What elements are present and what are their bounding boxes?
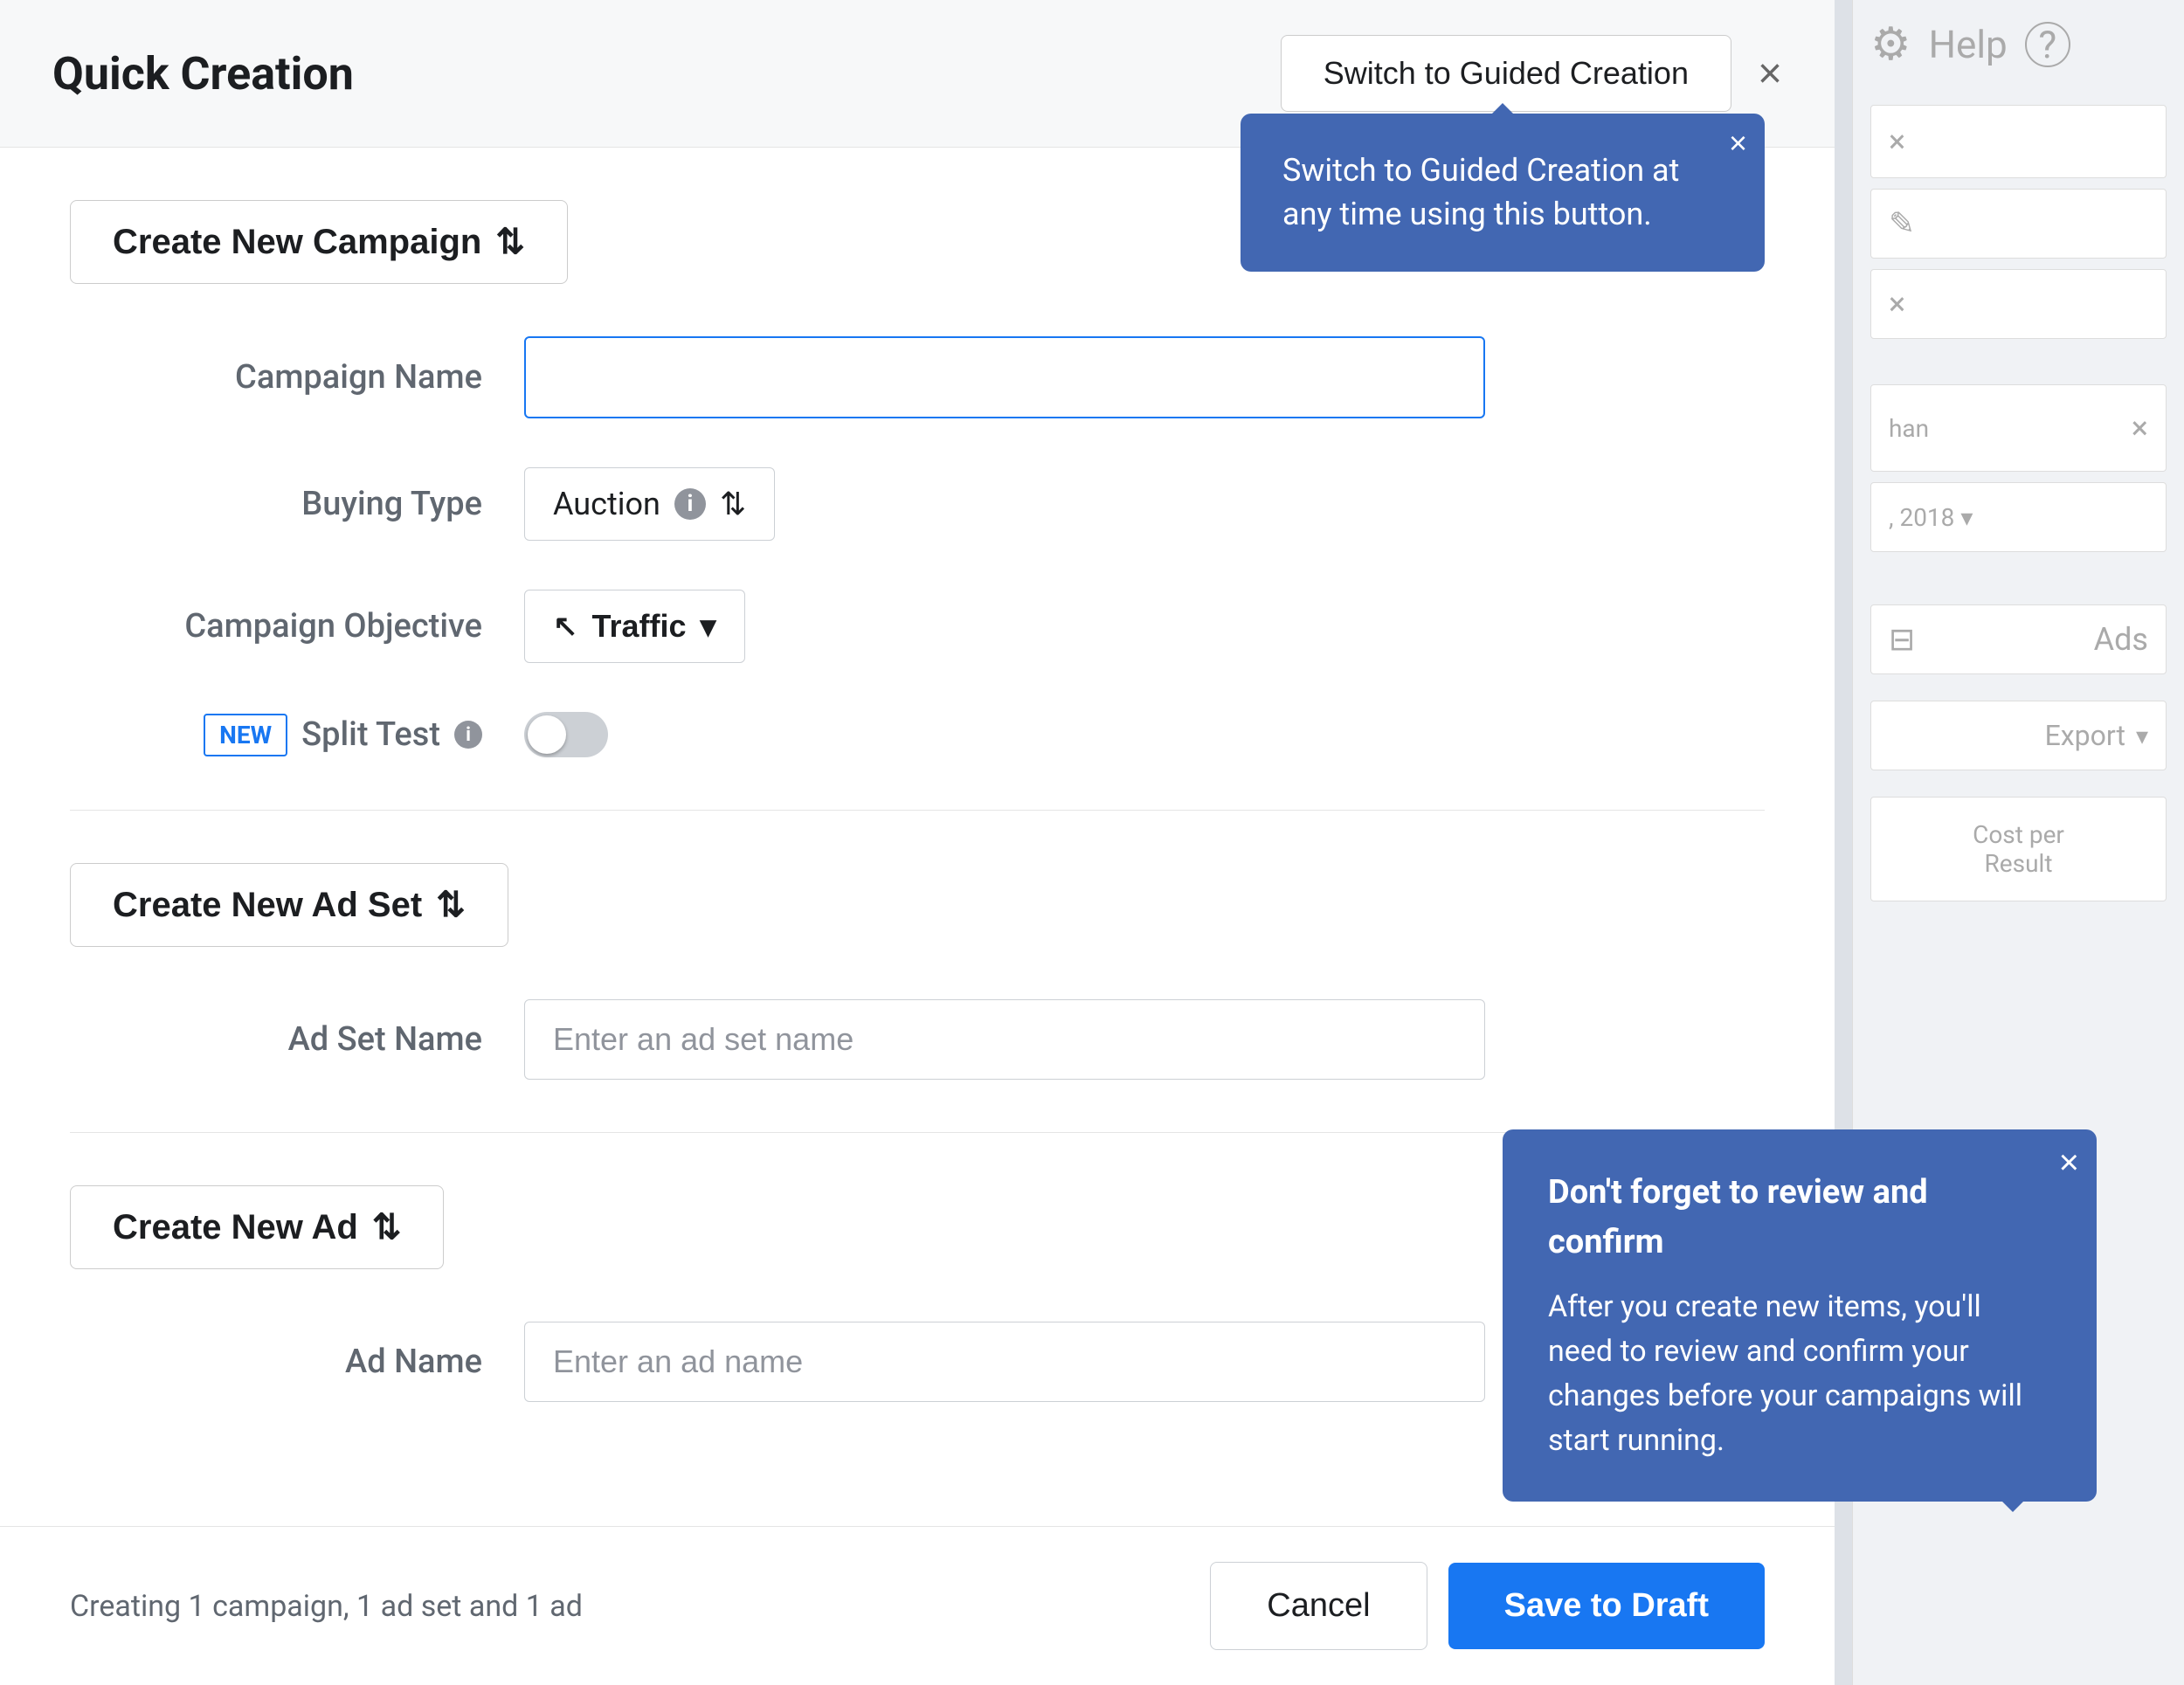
ads-label-bg: Ads [2094, 621, 2148, 658]
create-campaign-label: Create New Campaign [113, 223, 481, 262]
ad-name-input[interactable] [524, 1322, 1485, 1402]
split-test-info-icon[interactable]: i [454, 721, 482, 749]
campaign-name-input[interactable] [524, 336, 1485, 418]
campaign-objective-control: ↖ Traffic ▾ [524, 590, 1485, 663]
divider-1 [70, 810, 1765, 811]
create-ad-icon: ⇅ [372, 1207, 402, 1247]
campaign-name-row: Campaign Name [70, 336, 1765, 418]
save-to-draft-button[interactable]: Save to Draft [1448, 1563, 1765, 1649]
review-confirm-tooltip: × Don't forget to review and confirm Aft… [1503, 1129, 2097, 1502]
split-test-toggle[interactable] [524, 712, 608, 757]
export-arrow-bg: ▾ [2136, 722, 2148, 750]
split-test-label-area: NEW Split Test i [70, 714, 524, 756]
review-tooltip-close-button[interactable]: × [2059, 1143, 2079, 1183]
campaign-name-label: Campaign Name [70, 358, 524, 397]
close-icon-bg: × [1889, 123, 1905, 160]
split-test-label: Split Test [301, 715, 440, 754]
modal-close-button[interactable]: × [1758, 50, 1782, 98]
buying-type-info-icon[interactable]: i [674, 488, 706, 520]
campaign-objective-select[interactable]: ↖ Traffic ▾ [524, 590, 745, 663]
header-right: Switch to Guided Creation × [1281, 35, 1782, 112]
modal-title: Quick Creation [52, 47, 354, 100]
create-ad-set-icon: ⇅ [436, 885, 466, 925]
guided-tooltip-close-button[interactable]: × [1729, 128, 1747, 159]
help-icon-bg: ? [2025, 22, 2070, 67]
ad-set-name-row: Ad Set Name [70, 999, 1765, 1080]
guided-creation-tooltip: × Switch to Guided Creation at any time … [1241, 114, 1765, 272]
close-icon-3-bg: × [2132, 410, 2148, 446]
create-ad-button[interactable]: Create New Ad ⇅ [70, 1185, 444, 1269]
result-label-bg: Result [1985, 849, 2053, 878]
campaign-name-control [524, 336, 1485, 418]
create-campaign-icon: ⇅ [495, 222, 525, 262]
buying-type-chevron: ⇅ [720, 486, 746, 522]
modal-footer: Creating 1 campaign, 1 ad set and 1 ad C… [0, 1526, 1835, 1685]
monitor-icon-bg: ⊟ [1889, 621, 1915, 658]
campaign-section: Create New Campaign ⇅ Campaign Name Buyi… [70, 200, 1765, 757]
export-label-bg: Export [2045, 719, 2125, 752]
date-bg: , 2018 ▾ [1889, 503, 1973, 532]
ad-set-name-label: Ad Set Name [70, 1020, 524, 1059]
gear-icon-bg: ⚙ [1870, 17, 1911, 71]
buying-type-row: Buying Type Auction i ⇅ [70, 467, 1765, 541]
text-bg: han [1889, 414, 1929, 443]
cost-label-bg: Cost per [1973, 820, 2064, 849]
review-tooltip-body: After you create new items, you'll need … [1548, 1285, 2051, 1463]
cancel-button[interactable]: Cancel [1210, 1562, 1427, 1650]
create-ad-label: Create New Ad [113, 1208, 358, 1247]
buying-type-select[interactable]: Auction i ⇅ [524, 467, 775, 541]
campaign-objective-row: Campaign Objective ↖ Traffic ▾ [70, 590, 1765, 663]
ad-name-label: Ad Name [70, 1343, 524, 1381]
new-badge: NEW [204, 714, 287, 756]
ad-set-name-control [524, 999, 1485, 1080]
pencil-icon-bg: ✎ [1889, 205, 1915, 242]
buying-type-control: Auction i ⇅ [524, 467, 1485, 541]
guided-tooltip-text: Switch to Guided Creation at any time us… [1282, 152, 1679, 232]
buying-type-value: Auction [553, 486, 660, 522]
ad-set-section: Create New Ad Set ⇅ Ad Set Name [70, 863, 1765, 1080]
footer-info-text: Creating 1 campaign, 1 ad set and 1 ad [70, 1589, 583, 1624]
close-icon-2-bg: × [1889, 286, 1905, 322]
help-label-bg: Help [1929, 22, 2008, 67]
buying-type-label: Buying Type [70, 485, 524, 523]
cursor-icon: ↖ [553, 609, 578, 644]
create-ad-set-label: Create New Ad Set [113, 886, 422, 925]
split-test-row: NEW Split Test i [70, 712, 1765, 757]
objective-chevron: ▾ [701, 608, 716, 645]
review-tooltip-title: Don't forget to review and confirm [1548, 1168, 2051, 1267]
create-ad-set-button[interactable]: Create New Ad Set ⇅ [70, 863, 508, 947]
create-campaign-button[interactable]: Create New Campaign ⇅ [70, 200, 568, 284]
campaign-objective-value: Traffic [592, 608, 687, 645]
ad-set-name-input[interactable] [524, 999, 1485, 1080]
modal-header: Quick Creation Switch to Guided Creation… [0, 0, 1835, 148]
ad-name-control [524, 1322, 1485, 1402]
campaign-objective-label: Campaign Objective [70, 607, 524, 646]
footer-buttons: Cancel Save to Draft [1210, 1562, 1765, 1650]
